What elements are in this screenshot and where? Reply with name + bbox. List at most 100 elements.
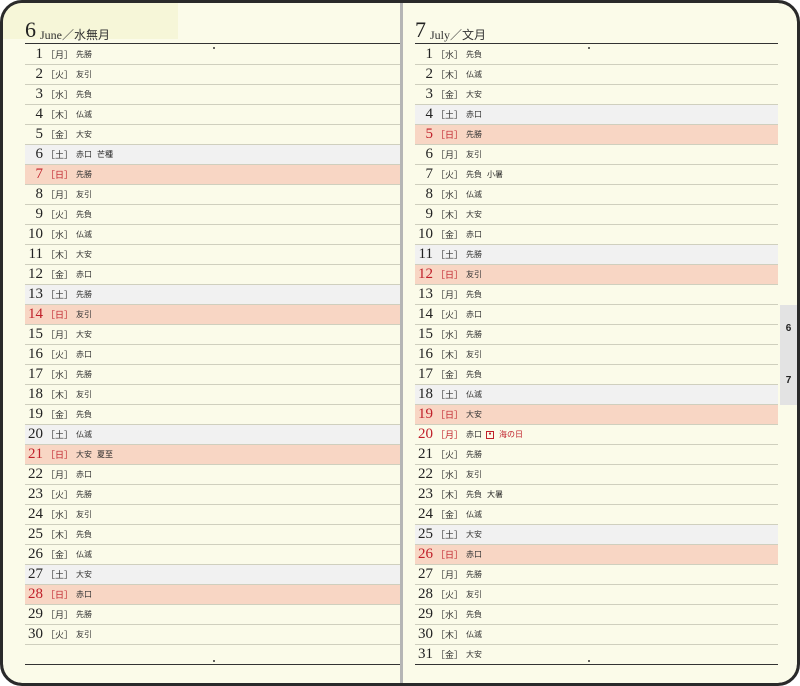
day-number: 20 [418,426,433,442]
day-row[interactable]: 21 ［日］ 大安 夏至 [25,445,400,465]
weekday-label: ［金］ [436,511,464,521]
day-row[interactable]: 16 ［火］ 赤口 [25,345,400,365]
day-number: 27 [28,566,43,582]
day-number: 10 [28,226,43,242]
day-row[interactable]: 20 ［土］ 仏滅 [25,425,400,445]
day-row[interactable]: 30 ［木］ 仏滅 [415,625,778,645]
rokuyo-label: 先勝 [76,610,93,619]
rokuyo-label: 先負 [466,290,483,299]
day-row[interactable]: 28 ［火］ 友引 [415,585,778,605]
day-row[interactable]: 8 ［月］ 友引 [25,185,400,205]
day-number: 17 [28,366,43,382]
day-row[interactable]: 29 ［月］ 先勝 [25,605,400,625]
day-row[interactable]: 25 ［木］ 先負 [25,525,400,545]
day-row[interactable]: 23 ［木］ 先負 大暑 [415,485,778,505]
day-number: 16 [418,346,433,362]
day-row[interactable]: 26 ［金］ 仏滅 [25,545,400,565]
day-row[interactable]: 11 ［木］ 大安 [25,245,400,265]
day-row[interactable]: 3 ［金］ 大安 [415,85,778,105]
weekday-label: ［木］ [46,251,74,261]
day-row[interactable]: 26 ［日］ 赤口 [415,545,778,565]
month-number: 6 [25,17,36,42]
day-row[interactable]: 22 ［月］ 赤口 [25,465,400,485]
day-row[interactable]: 24 ［水］ 友引 [25,505,400,525]
weekday-label: ［日］ [46,451,74,461]
weekday-label: ［土］ [436,531,464,541]
rokuyo-label: 先勝 [466,250,483,259]
day-row[interactable]: 16 ［木］ 友引 [415,345,778,365]
day-row[interactable]: 29 ［水］ 先負 [415,605,778,625]
rokuyo-label: 大安 [466,210,483,219]
day-row[interactable]: 12 ［日］ 友引 [415,265,778,285]
day-number: 15 [28,326,43,342]
day-row[interactable]: 12 ［金］ 赤口 [25,265,400,285]
day-row[interactable]: 31 ［金］ 大安 [415,645,778,665]
day-row[interactable]: 5 ［金］ 大安 [25,125,400,145]
day-row[interactable]: 30 ［火］ 友引 [25,625,400,645]
day-row[interactable]: 23 ［火］ 先勝 [25,485,400,505]
day-row[interactable]: 5 ［日］ 先勝 [415,125,778,145]
weekday-label: ［金］ [436,371,464,381]
day-row[interactable]: 27 ［月］ 先勝 [415,565,778,585]
day-row[interactable]: 13 ［土］ 先勝 [25,285,400,305]
day-row[interactable]: 3 ［水］ 先負 [25,85,400,105]
day-row[interactable]: 18 ［木］ 友引 [25,385,400,405]
tab-july[interactable]: 7 [780,375,797,386]
day-row[interactable]: 15 ［水］ 先勝 [415,325,778,345]
day-row[interactable]: 9 ［火］ 先負 [25,205,400,225]
day-row[interactable]: 18 ［土］ 仏滅 [415,385,778,405]
rokuyo-label: 赤口 [466,110,483,119]
day-row[interactable]: 14 ［火］ 赤口 [415,305,778,325]
month-index-tabs: 6 7 [780,305,797,405]
day-row[interactable]: 7 ［日］ 先勝 [25,165,400,185]
day-row[interactable]: 21 ［火］ 先勝 [415,445,778,465]
day-row[interactable]: 17 ［金］ 先負 [415,365,778,385]
day-row[interactable]: 2 ［木］ 仏滅 [415,65,778,85]
day-row[interactable]: 17 ［水］ 先勝 [25,365,400,385]
day-row[interactable]: 22 ［水］ 友引 [415,465,778,485]
day-row[interactable]: 2 ［火］ 友引 [25,65,400,85]
day-row[interactable]: 13 ［月］ 先負 [415,285,778,305]
day-row[interactable]: 4 ［木］ 仏滅 [25,105,400,125]
rokuyo-label: 友引 [466,350,483,359]
day-row[interactable]: 19 ［日］ 大安 [415,405,778,425]
weekday-label: ［金］ [46,131,74,141]
weekday-label: ［水］ [46,511,74,521]
weekday-label: ［水］ [46,231,74,241]
day-row[interactable]: 14 ［日］ 友引 [25,305,400,325]
rokuyo-label: 友引 [76,510,93,519]
page-june: 6 June／水無月 1 ［月］ 先勝 2 ［火］ 友引 3 ［水］ 先負 4 ［木］ 仏滅 5 ［金］ 大安… [3,3,400,683]
event-label: 芒種 [97,150,114,159]
day-number: 29 [418,606,433,622]
day-row[interactable]: 7 ［火］ 先負 小暑 [415,165,778,185]
day-row[interactable]: 4 ［土］ 赤口 [415,105,778,125]
day-row[interactable]: 19 ［金］ 先負 [25,405,400,425]
rokuyo-label: 赤口 [466,230,483,239]
day-row[interactable]: 11 ［土］ 先勝 [415,245,778,265]
rokuyo-label: 赤口 [466,310,483,319]
day-row[interactable]: 10 ［金］ 赤口 [415,225,778,245]
day-number: 10 [418,226,433,242]
day-row[interactable]: 1 ［水］ 先負 [415,45,778,65]
day-number: 31 [418,646,433,662]
day-row[interactable]: 6 ［月］ 友引 [415,145,778,165]
day-row[interactable]: 25 ［土］ 大安 [415,525,778,545]
day-row[interactable]: 27 ［土］ 大安 [25,565,400,585]
weekday-label: ［金］ [46,271,74,281]
day-row[interactable]: 9 ［木］ 大安 [415,205,778,225]
day-row[interactable]: 6 ［土］ 赤口 芒種 [25,145,400,165]
tab-june[interactable]: 6 [780,323,797,334]
day-row[interactable]: 28 ［日］ 赤口 [25,585,400,605]
day-number: 28 [28,586,43,602]
day-number: 21 [28,446,43,462]
rokuyo-label: 大安 [466,650,483,659]
day-row[interactable]: 8 ［水］ 仏滅 [415,185,778,205]
day-row[interactable]: 24 ［金］ 仏滅 [415,505,778,525]
day-row[interactable]: 10 ［水］ 仏滅 [25,225,400,245]
day-row[interactable]: 15 ［月］ 大安 [25,325,400,345]
rokuyo-label: 仏滅 [76,230,93,239]
day-row[interactable]: 20 ［月］ 赤口 ● 海の日 [415,425,778,445]
day-row[interactable]: 1 ［月］ 先勝 [25,45,400,65]
month-header-june: 6 June／水無月 [25,17,110,43]
rokuyo-label: 友引 [466,470,483,479]
